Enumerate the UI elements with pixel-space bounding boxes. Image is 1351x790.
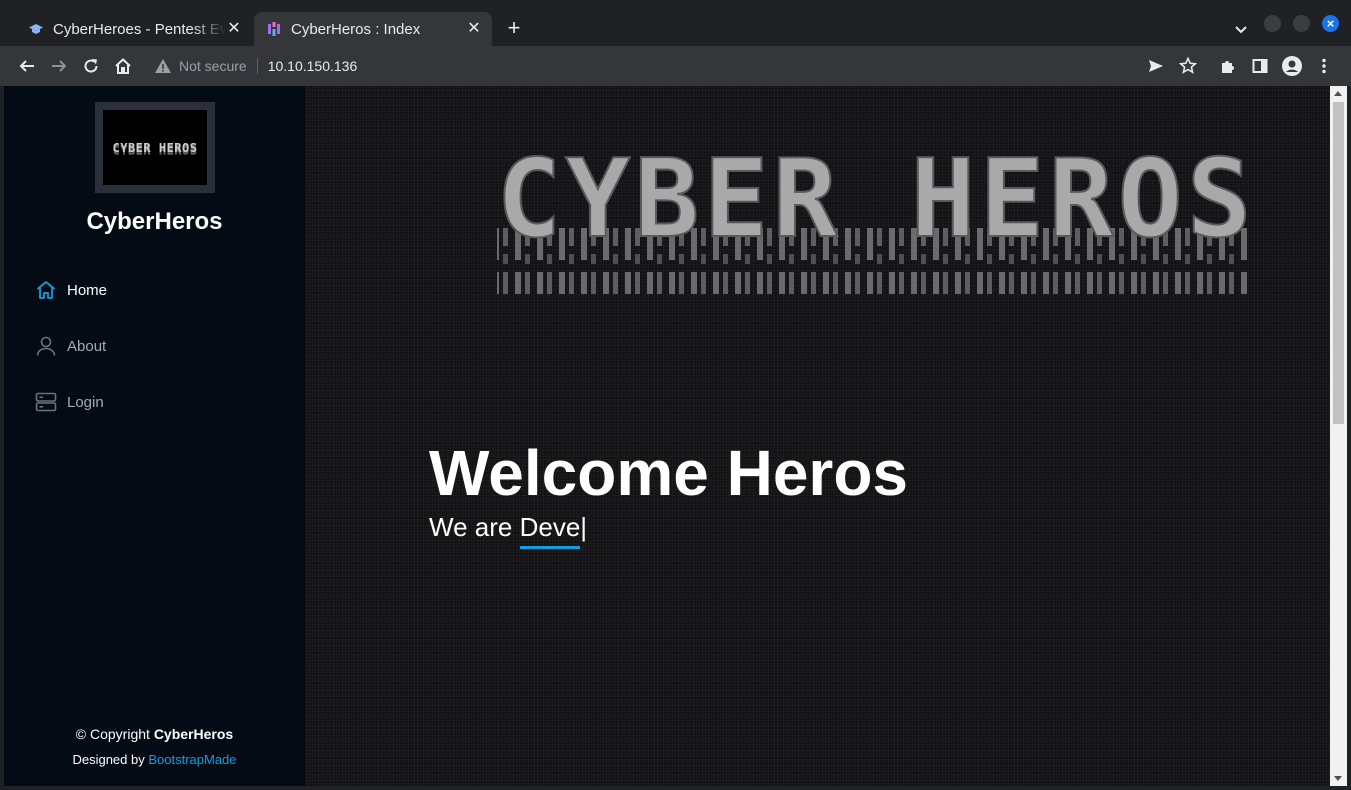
logo-text: CYBER HEROS [112,140,198,155]
sidebar-nav: Home About Login [35,276,107,444]
nav-label: Home [67,281,108,299]
send-arrow-icon[interactable] [1146,56,1166,76]
welcome-heading: Welcome Heros [429,437,908,509]
window-maximize-button[interactable] [1293,15,1310,32]
nav-item-about[interactable]: About [35,332,107,360]
tab-title: CyberHeroes - Pentest Ev [53,20,226,38]
designed-by-label: Designed by [72,752,145,767]
profile-avatar-icon[interactable] [1282,56,1302,76]
forward-arrow-icon[interactable] [47,54,71,78]
typing-cursor: | [580,512,588,542]
nav-label: About [67,337,107,355]
nav-item-login[interactable]: Login [35,388,107,416]
house-icon [35,279,57,301]
scroll-down-arrow-icon[interactable] [1334,776,1342,781]
hero-section: CYBER HEROS Welcome Heros We are Deve| [305,86,1330,786]
url-text[interactable]: 10.10.150.136 [268,58,358,74]
browser-tab-cyberheros-index[interactable]: CyberHeros : Index ✕ [254,12,492,46]
warning-triangle-icon[interactable] [154,57,172,75]
copyright-name: CyberHeros [153,726,234,742]
sidebar-footer: © Copyright CyberHeros Designed by Boots… [4,726,305,767]
browser-tab-cyberheroes-pentest[interactable]: CyberHeroes - Pentest Ev ✕ [4,12,252,46]
profile-logo-image: CYBER HEROS [95,102,215,193]
browser-toolbar: Not secure 10.10.150.136 [0,46,1351,86]
site-favicon-icon [266,21,282,37]
extensions-puzzle-icon[interactable] [1218,56,1238,76]
menu-kebab-icon[interactable] [1314,56,1334,76]
side-panel-icon[interactable] [1250,56,1270,76]
home-icon[interactable] [111,54,135,78]
banner-text: CYBER HEROS [496,152,1255,262]
bootstrapmade-link[interactable]: BootstrapMade [148,752,236,767]
sidebar: CYBER HEROS CyberHeros Home About Login [4,86,305,786]
person-icon [35,335,57,357]
tab-close-icon[interactable]: ✕ [226,21,242,37]
page-scrollbar[interactable] [1330,86,1347,786]
nav-item-home[interactable]: Home [35,276,107,304]
cyber-heros-banner-image: CYBER HEROS [495,152,1255,294]
server-icon [35,391,57,413]
address-separator [256,58,258,74]
address-bar[interactable]: Not secure 10.10.150.136 [144,51,1204,81]
subtitle-prefix: We are [429,512,513,542]
window-minimize-button[interactable] [1264,15,1281,32]
tab-close-icon[interactable]: ✕ [466,21,482,37]
nav-label: Login [67,393,104,411]
bookmark-star-icon[interactable] [1178,56,1198,76]
hero-subtitle: We are Deve| [429,512,588,549]
scroll-up-arrow-icon[interactable] [1334,91,1342,96]
reload-icon[interactable] [79,54,103,78]
copyright-prefix: © Copyright [75,726,150,742]
typed-text: Deve [519,512,581,549]
security-status-label[interactable]: Not secure [179,58,247,74]
site-name[interactable]: CyberHeros [4,208,305,236]
scrollbar-thumb[interactable] [1333,102,1344,424]
new-tab-plus-icon[interactable]: + [502,17,526,41]
window-close-button[interactable]: × [1322,15,1339,32]
credits: Designed by BootstrapMade [4,752,305,767]
tab-title: CyberHeros : Index [291,20,421,38]
web-page: CYBER HEROS CyberHeros Home About Login [4,86,1330,786]
back-arrow-icon[interactable] [15,54,39,78]
tab-search-chevron-icon[interactable] [1232,20,1250,38]
graduation-cap-icon [28,21,44,37]
browser-tab-bar: CyberHeroes - Pentest Ev ✕ CyberHeros : … [0,0,1351,46]
copyright-text: © Copyright CyberHeros [4,726,305,742]
